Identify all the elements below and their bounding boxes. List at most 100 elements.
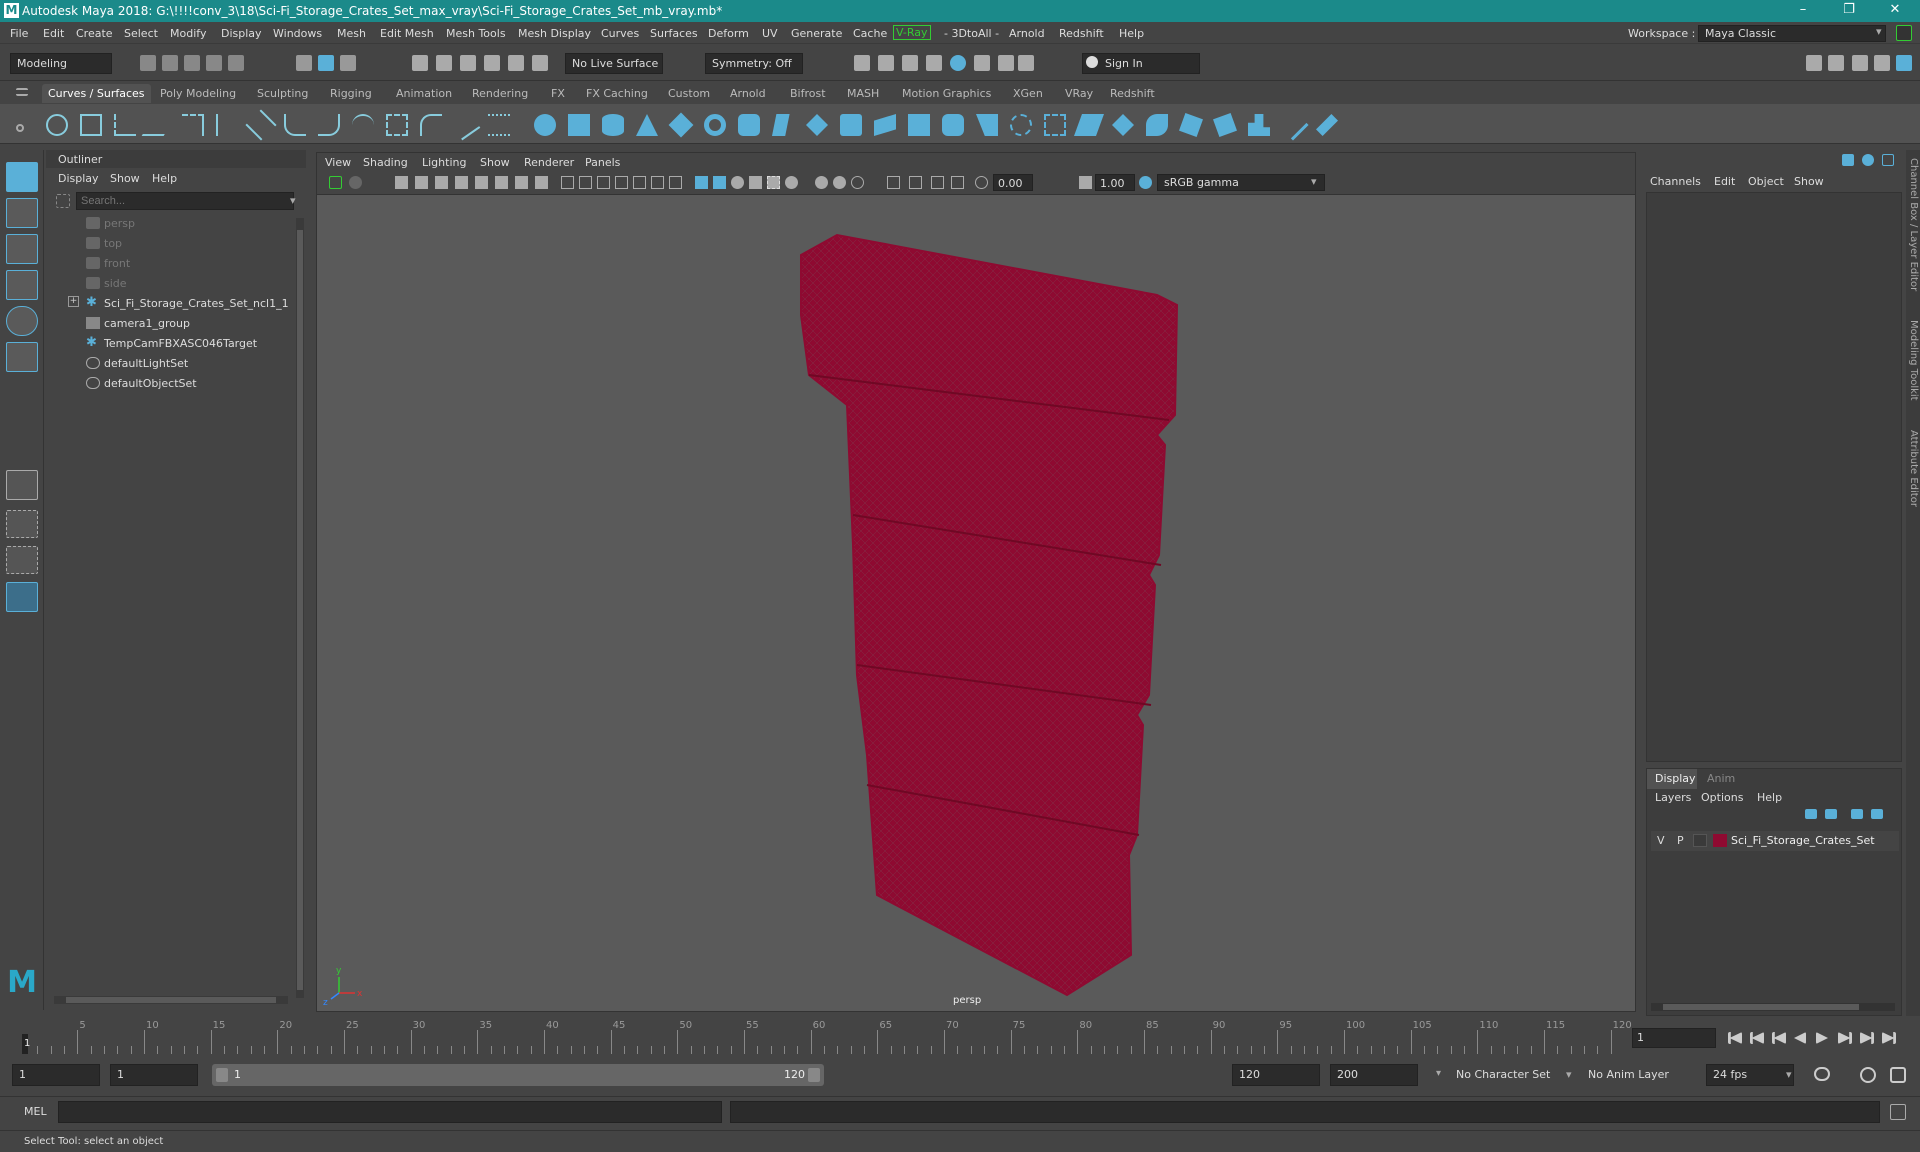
use-all-lights-icon[interactable] bbox=[651, 176, 664, 189]
project-curve-icon[interactable] bbox=[1010, 114, 1032, 136]
symmetry-dropdown[interactable]: Symmetry: Off bbox=[705, 53, 803, 74]
go-to-end-icon[interactable] bbox=[1882, 1032, 1896, 1044]
save-scene-icon[interactable] bbox=[184, 55, 200, 71]
gate-mask-icon[interactable] bbox=[535, 176, 548, 189]
menu-arnold[interactable]: Arnold bbox=[1009, 27, 1045, 40]
layer-horizontal-scrollbar[interactable] bbox=[1651, 1003, 1895, 1011]
planar-icon[interactable] bbox=[806, 114, 828, 136]
layer-playback-toggle[interactable]: P bbox=[1677, 834, 1684, 847]
wireframe-icon[interactable] bbox=[561, 176, 574, 189]
menu-uv[interactable]: UV bbox=[762, 27, 778, 40]
command-input[interactable] bbox=[58, 1101, 722, 1123]
channel-menu-edit[interactable]: Edit bbox=[1714, 175, 1735, 188]
select-tool-icon[interactable] bbox=[6, 162, 38, 192]
revolve-icon[interactable] bbox=[738, 114, 760, 136]
menu-3dtoall[interactable]: - 3DtoAll - bbox=[944, 27, 999, 40]
2d-pan-zoom-icon[interactable] bbox=[435, 176, 448, 189]
menu-cache[interactable]: Cache bbox=[853, 27, 887, 40]
layer-reference-toggle[interactable] bbox=[1693, 834, 1707, 847]
time-slider[interactable]: 5 10 15 20 25 30 35 40 45 50 55 60 65 70 75 80 85 90 95 100… bbox=[0, 1016, 1920, 1056]
bezier-curve-icon[interactable] bbox=[245, 109, 277, 141]
shelf-tab-motion-graphics[interactable]: Motion Graphics bbox=[902, 87, 991, 100]
step-back-frame-icon[interactable] bbox=[1772, 1032, 1786, 1044]
scale-tool-icon[interactable] bbox=[6, 342, 38, 372]
viewport-menu-renderer[interactable]: Renderer bbox=[524, 156, 574, 169]
attribute-icon[interactable] bbox=[1862, 154, 1874, 166]
attach-surfaces-icon[interactable] bbox=[1146, 114, 1168, 136]
single-perspective-view-icon[interactable] bbox=[6, 470, 38, 500]
go-to-start-icon[interactable] bbox=[1728, 1032, 1742, 1044]
minimize-button[interactable]: – bbox=[1788, 2, 1818, 20]
outliner-menu-show[interactable]: Show bbox=[110, 172, 140, 185]
script-editor-icon[interactable] bbox=[1890, 1104, 1906, 1120]
four-view-layout-icon[interactable] bbox=[6, 510, 38, 538]
layer-row[interactable]: V P Sci_Fi_Storage_Crates_Set bbox=[1651, 831, 1899, 851]
boundary-icon[interactable] bbox=[908, 114, 930, 136]
snap-pivot-icon[interactable] bbox=[532, 55, 548, 71]
move-tool-icon[interactable] bbox=[6, 270, 38, 300]
channel-menu-show[interactable]: Show bbox=[1794, 175, 1824, 188]
shelf-settings-icon[interactable] bbox=[16, 124, 24, 132]
layer-name[interactable]: Sci_Fi_Storage_Crates_Set bbox=[1731, 834, 1875, 847]
tab-attribute-editor[interactable]: Attribute Editor bbox=[1907, 430, 1919, 507]
layer-menu-help[interactable]: Help bbox=[1757, 791, 1782, 804]
detach-curves-icon[interactable] bbox=[318, 114, 340, 136]
rotate-tool-icon[interactable] bbox=[6, 306, 38, 336]
exposure-field[interactable]: 0.00 bbox=[993, 174, 1033, 191]
shelf-tab-poly-modeling[interactable]: Poly Modeling bbox=[160, 87, 236, 100]
render-current-icon[interactable] bbox=[878, 55, 894, 71]
open-scene-icon[interactable] bbox=[162, 55, 178, 71]
color-management-icon[interactable] bbox=[1139, 176, 1152, 189]
offset-curve-icon[interactable] bbox=[420, 114, 442, 136]
shelf-tab-arnold[interactable]: Arnold bbox=[730, 87, 766, 100]
shelf-tab-rigging[interactable]: Rigging bbox=[330, 87, 372, 100]
menu-create[interactable]: Create bbox=[76, 27, 113, 40]
resolution-gate-icon[interactable] bbox=[515, 176, 528, 189]
viewport-panel[interactable]: View Shading Lighting Show Renderer Pane… bbox=[316, 152, 1636, 1012]
shadows-icon[interactable] bbox=[669, 176, 682, 189]
menu-vray[interactable]: V-Ray bbox=[893, 25, 931, 40]
new-scene-icon[interactable] bbox=[140, 55, 156, 71]
render-view-icon[interactable] bbox=[854, 55, 870, 71]
move-layer-down-icon[interactable] bbox=[1825, 809, 1837, 819]
xray-joints-icon[interactable] bbox=[731, 176, 744, 189]
nurbs-sphere-icon[interactable] bbox=[534, 114, 556, 136]
crate-stack-mesh[interactable] bbox=[800, 233, 1179, 997]
mode-dropdown[interactable]: Modeling bbox=[10, 53, 112, 74]
wireframe-on-shaded-icon[interactable] bbox=[597, 176, 610, 189]
redo-icon[interactable] bbox=[228, 55, 244, 71]
persp-outliner-layout-icon[interactable] bbox=[6, 546, 38, 574]
menu-deform[interactable]: Deform bbox=[708, 27, 749, 40]
insert-isoparms-icon[interactable] bbox=[1248, 114, 1270, 136]
layer-menu-layers[interactable]: Layers bbox=[1655, 791, 1691, 804]
safe-action-icon[interactable] bbox=[909, 176, 922, 189]
camera-attributes-icon[interactable] bbox=[349, 176, 362, 189]
menu-windows[interactable]: Windows bbox=[273, 27, 322, 40]
range-start-handle[interactable] bbox=[216, 1068, 228, 1082]
command-language-label[interactable]: MEL bbox=[24, 1105, 47, 1118]
render-settings-icon[interactable] bbox=[926, 55, 942, 71]
playback-start-field[interactable]: 1 bbox=[110, 1064, 198, 1086]
gamma-field[interactable]: 1.00 bbox=[1095, 174, 1135, 191]
motion-blur-icon[interactable] bbox=[785, 176, 798, 189]
shelf-tab-redshift[interactable]: Redshift bbox=[1110, 87, 1155, 100]
arc-icon[interactable] bbox=[216, 114, 238, 136]
live-surface-field[interactable]: No Live Surface bbox=[565, 53, 663, 74]
select-camera-icon[interactable] bbox=[329, 176, 342, 189]
screen-space-ao-icon[interactable] bbox=[767, 176, 780, 189]
snap-point-icon[interactable] bbox=[460, 55, 476, 71]
menu-display[interactable]: Display bbox=[221, 27, 262, 40]
snap-surface-icon[interactable] bbox=[508, 55, 524, 71]
menu-help[interactable]: Help bbox=[1119, 27, 1144, 40]
nurbs-circle-icon[interactable] bbox=[46, 114, 68, 136]
step-back-key-icon[interactable] bbox=[1750, 1032, 1764, 1044]
curve-fillet-icon[interactable] bbox=[352, 114, 374, 136]
shelf-tab-sculpting[interactable]: Sculpting bbox=[257, 87, 308, 100]
safe-title-icon[interactable] bbox=[931, 176, 944, 189]
shelf-tab-fx[interactable]: FX bbox=[551, 87, 565, 100]
hud-icon[interactable] bbox=[851, 176, 864, 189]
menu-surfaces[interactable]: Surfaces bbox=[650, 27, 698, 40]
outliner-hscroll-thumb[interactable] bbox=[66, 997, 276, 1003]
maximize-button[interactable]: ❐ bbox=[1834, 2, 1864, 20]
gamma-icon[interactable] bbox=[1079, 176, 1092, 189]
